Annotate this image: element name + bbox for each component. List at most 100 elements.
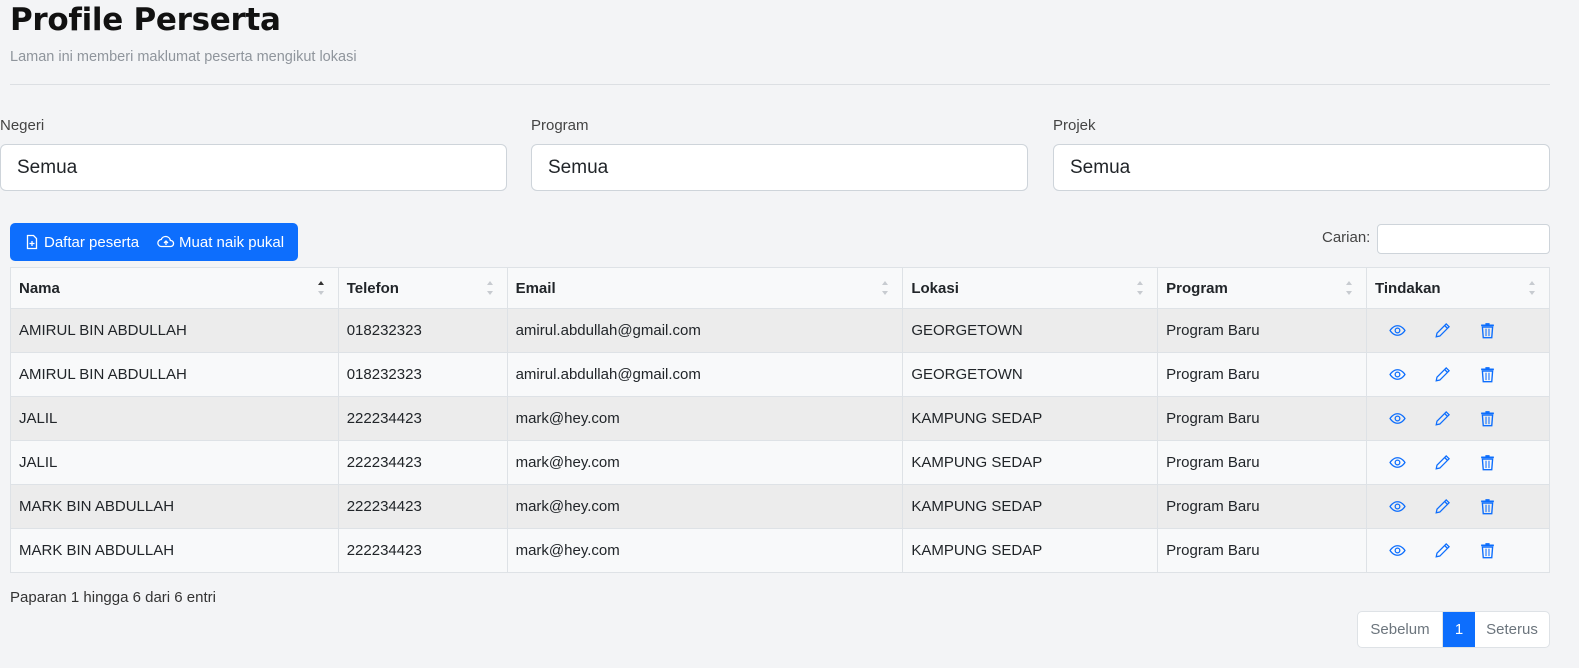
column-header-label: Program	[1166, 279, 1228, 297]
cell-nama: MARK BIN ABDULLAH	[10, 528, 339, 573]
search-label: Carian:	[1322, 229, 1371, 246]
cell-nama: AMIRUL BIN ABDULLAH	[10, 308, 339, 353]
cell-nama: MARK BIN ABDULLAH	[10, 484, 339, 529]
pencil-icon[interactable]	[1434, 498, 1451, 515]
filter-label-negeri: Negeri	[0, 117, 45, 134]
cell-email: mark@hey.com	[506, 396, 904, 441]
eye-icon[interactable]	[1389, 542, 1406, 559]
program-select[interactable]: Semua	[531, 144, 1028, 191]
table-row: JALIL 222234423 mark@hey.com KAMPUNG SEDAP P…	[10, 396, 1550, 441]
eye-icon[interactable]	[1389, 322, 1406, 339]
table-row: MARK BIN ABDULLAH 222234423 mark@hey.com KA…	[10, 528, 1550, 573]
search-input[interactable]	[1377, 224, 1550, 254]
table-info: Paparan 1 hingga 6 dari 6 entri	[10, 589, 216, 606]
filter-negeri: Negeri Semua	[0, 117, 507, 191]
eye-icon[interactable]	[1389, 366, 1406, 383]
cell-tindakan	[1366, 352, 1550, 397]
pencil-icon[interactable]	[1434, 542, 1451, 559]
page-title: Profile Perserta	[10, 2, 281, 38]
cell-program: Program Baru	[1157, 528, 1367, 573]
column-header-email[interactable]: Email	[506, 267, 904, 309]
trash-icon[interactable]	[1479, 410, 1496, 427]
bulk-upload-label: Muat naik pukal	[179, 233, 285, 251]
cell-program: Program Baru	[1157, 352, 1367, 397]
cell-lokasi: KAMPUNG SEDAP	[902, 396, 1159, 441]
trash-icon[interactable]	[1479, 454, 1496, 471]
divider	[10, 84, 1550, 85]
cell-nama: JALIL	[10, 396, 339, 441]
next-page-button[interactable]: Seterus	[1475, 612, 1549, 647]
eye-icon[interactable]	[1389, 454, 1406, 471]
column-header-label: Email	[515, 279, 556, 297]
column-header-label: Nama	[19, 279, 60, 297]
cell-email: mark@hey.com	[506, 528, 904, 573]
projek-select[interactable]: Semua	[1053, 144, 1550, 191]
sort-icon	[882, 281, 890, 295]
column-header-program[interactable]: Program	[1157, 267, 1367, 309]
register-participant-button[interactable]: Daftar peserta	[10, 223, 147, 261]
trash-icon[interactable]	[1479, 542, 1496, 559]
sort-ascending-icon	[317, 281, 326, 295]
table-row: AMIRUL BIN ABDULLAH 018232323 amirul.abdul…	[10, 308, 1550, 353]
filter-projek: Projek Semua	[1053, 117, 1550, 191]
pencil-icon[interactable]	[1434, 322, 1451, 339]
table-header-row: Nama Telefon Email Lokasi Program Tindak…	[10, 267, 1550, 309]
trash-icon[interactable]	[1479, 366, 1496, 383]
cell-lokasi: KAMPUNG SEDAP	[902, 484, 1159, 529]
cell-program: Program Baru	[1157, 308, 1367, 353]
cell-email: amirul.abdullah@gmail.com	[506, 308, 904, 353]
column-header-tindakan[interactable]: Tindakan	[1366, 267, 1550, 309]
pagination: Sebelum 1 Seterus	[1357, 611, 1550, 648]
cell-tindakan	[1366, 528, 1550, 573]
table-row: MARK BIN ABDULLAH 222234423 mark@hey.com KA…	[10, 484, 1550, 529]
participants-table: Nama Telefon Email Lokasi Program Tindak…	[10, 267, 1550, 573]
column-header-label: Telefon	[346, 279, 399, 297]
column-header-nama[interactable]: Nama	[10, 267, 339, 309]
page-1-button[interactable]: 1	[1443, 612, 1475, 647]
cell-program: Program Baru	[1157, 440, 1367, 485]
trash-icon[interactable]	[1479, 498, 1496, 515]
bulk-upload-button[interactable]: Muat naik pukal	[147, 223, 292, 261]
eye-icon[interactable]	[1389, 498, 1406, 515]
cell-lokasi: GEORGETOWN	[902, 352, 1159, 397]
page: Profile Perserta Laman ini memberi maklu…	[0, 0, 1579, 668]
cell-lokasi: GEORGETOWN	[902, 308, 1159, 353]
filter-label-projek: Projek	[1053, 117, 1096, 134]
cell-tindakan	[1366, 484, 1550, 529]
table-row: JALIL 222234423 mark@hey.com KAMPUNG SEDAP P…	[10, 440, 1550, 485]
pencil-icon[interactable]	[1434, 410, 1451, 427]
cell-telefon: 222234423	[337, 528, 508, 573]
previous-page-button[interactable]: Sebelum	[1358, 612, 1443, 647]
cell-email: mark@hey.com	[506, 440, 904, 485]
column-header-label: Lokasi	[911, 279, 959, 297]
pencil-icon[interactable]	[1434, 366, 1451, 383]
cell-program: Program Baru	[1157, 396, 1367, 441]
sort-icon	[1137, 281, 1145, 295]
cell-email: mark@hey.com	[506, 484, 904, 529]
filter-program: Program Semua	[531, 117, 1028, 191]
toolbar-button-group: Daftar peserta Muat naik pukal	[10, 223, 298, 261]
sort-icon	[1529, 281, 1537, 295]
column-header-telefon[interactable]: Telefon	[337, 267, 508, 309]
column-header-lokasi[interactable]: Lokasi	[902, 267, 1159, 309]
file-plus-icon	[24, 234, 40, 250]
filter-label-program: Program	[531, 117, 589, 134]
cell-tindakan	[1366, 396, 1550, 441]
negeri-select[interactable]: Semua	[0, 144, 507, 191]
cloud-upload-icon	[157, 234, 175, 250]
cell-nama: AMIRUL BIN ABDULLAH	[10, 352, 339, 397]
cell-tindakan	[1366, 440, 1550, 485]
cell-nama: JALIL	[10, 440, 339, 485]
table-row: AMIRUL BIN ABDULLAH 018232323 amirul.abdul…	[10, 352, 1550, 397]
column-header-label: Tindakan	[1375, 279, 1441, 297]
trash-icon[interactable]	[1479, 322, 1496, 339]
cell-telefon: 222234423	[337, 396, 508, 441]
cell-email: amirul.abdullah@gmail.com	[506, 352, 904, 397]
cell-lokasi: KAMPUNG SEDAP	[902, 440, 1159, 485]
cell-telefon: 018232323	[337, 352, 508, 397]
cell-telefon: 222234423	[337, 484, 508, 529]
eye-icon[interactable]	[1389, 410, 1406, 427]
pencil-icon[interactable]	[1434, 454, 1451, 471]
cell-tindakan	[1366, 308, 1550, 353]
register-participant-label: Daftar peserta	[44, 233, 140, 251]
